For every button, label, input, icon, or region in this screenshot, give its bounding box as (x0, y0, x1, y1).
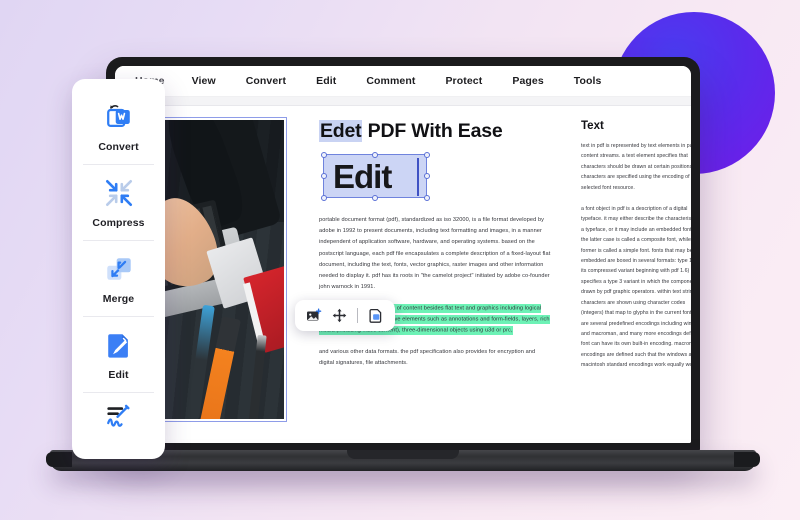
tool-label-compress: Compress (92, 216, 145, 229)
resize-handle-middle-left[interactable] (320, 172, 327, 179)
side-paragraph-2: a font object in pdf is a description of… (581, 206, 691, 369)
tool-item-edit[interactable]: Edit (72, 316, 165, 392)
document-side-column: Text text in pdf is represented by text … (567, 114, 691, 443)
resize-handle-bottom-left[interactable] (320, 194, 327, 201)
heading-selected-word: Edet (319, 120, 363, 142)
floating-object-toolbar[interactable] (295, 300, 395, 331)
resize-handle-top-center[interactable] (371, 151, 378, 158)
document-paragraph-1: portable document format (pdf), standard… (319, 217, 551, 291)
laptop-lid: Home View Convert Edit Comment Protect P… (106, 57, 700, 453)
compress-arrows-icon (102, 176, 136, 210)
add-image-icon[interactable] (305, 307, 323, 325)
move-arrows-icon[interactable] (330, 307, 348, 325)
sign-signature-icon (102, 400, 136, 434)
tool-label-edit: Edit (108, 368, 129, 381)
tool-item-compress[interactable]: Compress (72, 164, 165, 240)
editable-text-box[interactable]: Edit (320, 151, 430, 201)
tool-item-merge[interactable]: Merge (72, 240, 165, 316)
edit-document-pencil-icon (102, 328, 136, 362)
poster-stage: Home View Convert Edit Comment Protect P… (0, 0, 800, 520)
edit-box-text: Edit (333, 158, 392, 195)
tool-item-sign[interactable] (72, 392, 165, 452)
convert-to-word-icon (102, 100, 136, 134)
document-canvas: Edet PDF With Ease Edit portable documen… (115, 106, 691, 443)
app-menu-bar: Home View Convert Edit Comment Protect P… (115, 66, 691, 97)
menu-item-comment[interactable]: Comment (351, 75, 430, 87)
laptop-base-left-edge (46, 452, 72, 467)
resize-handle-top-right[interactable] (423, 151, 430, 158)
document-paragraph-3: and various other data formats. the pdf … (319, 349, 536, 367)
tool-item-convert[interactable]: Convert (72, 88, 165, 164)
side-paragraph-1: text in pdf is represented by text eleme… (581, 143, 691, 191)
copy-duplicate-icon[interactable] (367, 307, 385, 325)
side-panel-title: Text (581, 120, 604, 132)
laptop-screen: Home View Convert Edit Comment Protect P… (115, 66, 691, 443)
merge-squares-icon (102, 252, 136, 286)
menu-item-pages[interactable]: Pages (497, 75, 558, 87)
menu-item-tools[interactable]: Tools (559, 75, 617, 87)
toolbar-divider (357, 308, 358, 323)
text-caret (417, 158, 419, 196)
tool-label-convert: Convert (98, 140, 139, 153)
resize-handle-middle-right[interactable] (423, 172, 430, 179)
menu-item-convert[interactable]: Convert (231, 75, 301, 87)
menu-item-protect[interactable]: Protect (430, 75, 497, 87)
resize-handle-top-left[interactable] (320, 151, 327, 158)
secondary-toolbar-strip (115, 97, 691, 106)
laptop-base-right-edge (734, 452, 760, 467)
tool-label-merge: Merge (102, 292, 135, 305)
resize-handle-bottom-right[interactable] (423, 194, 430, 201)
menu-item-edit[interactable]: Edit (301, 75, 351, 87)
resize-handle-bottom-center[interactable] (371, 194, 378, 201)
document-text-column: Edet PDF With Ease Edit portable documen… (291, 114, 567, 443)
laptop-mockup: Home View Convert Edit Comment Protect P… (46, 57, 760, 471)
menu-item-view[interactable]: View (177, 75, 231, 87)
heading-rest: PDF With Ease (362, 120, 503, 142)
document-heading: Edet PDF With Ease (319, 120, 551, 143)
floating-tool-panel[interactable]: Convert Compress Merge Edit (72, 79, 165, 459)
